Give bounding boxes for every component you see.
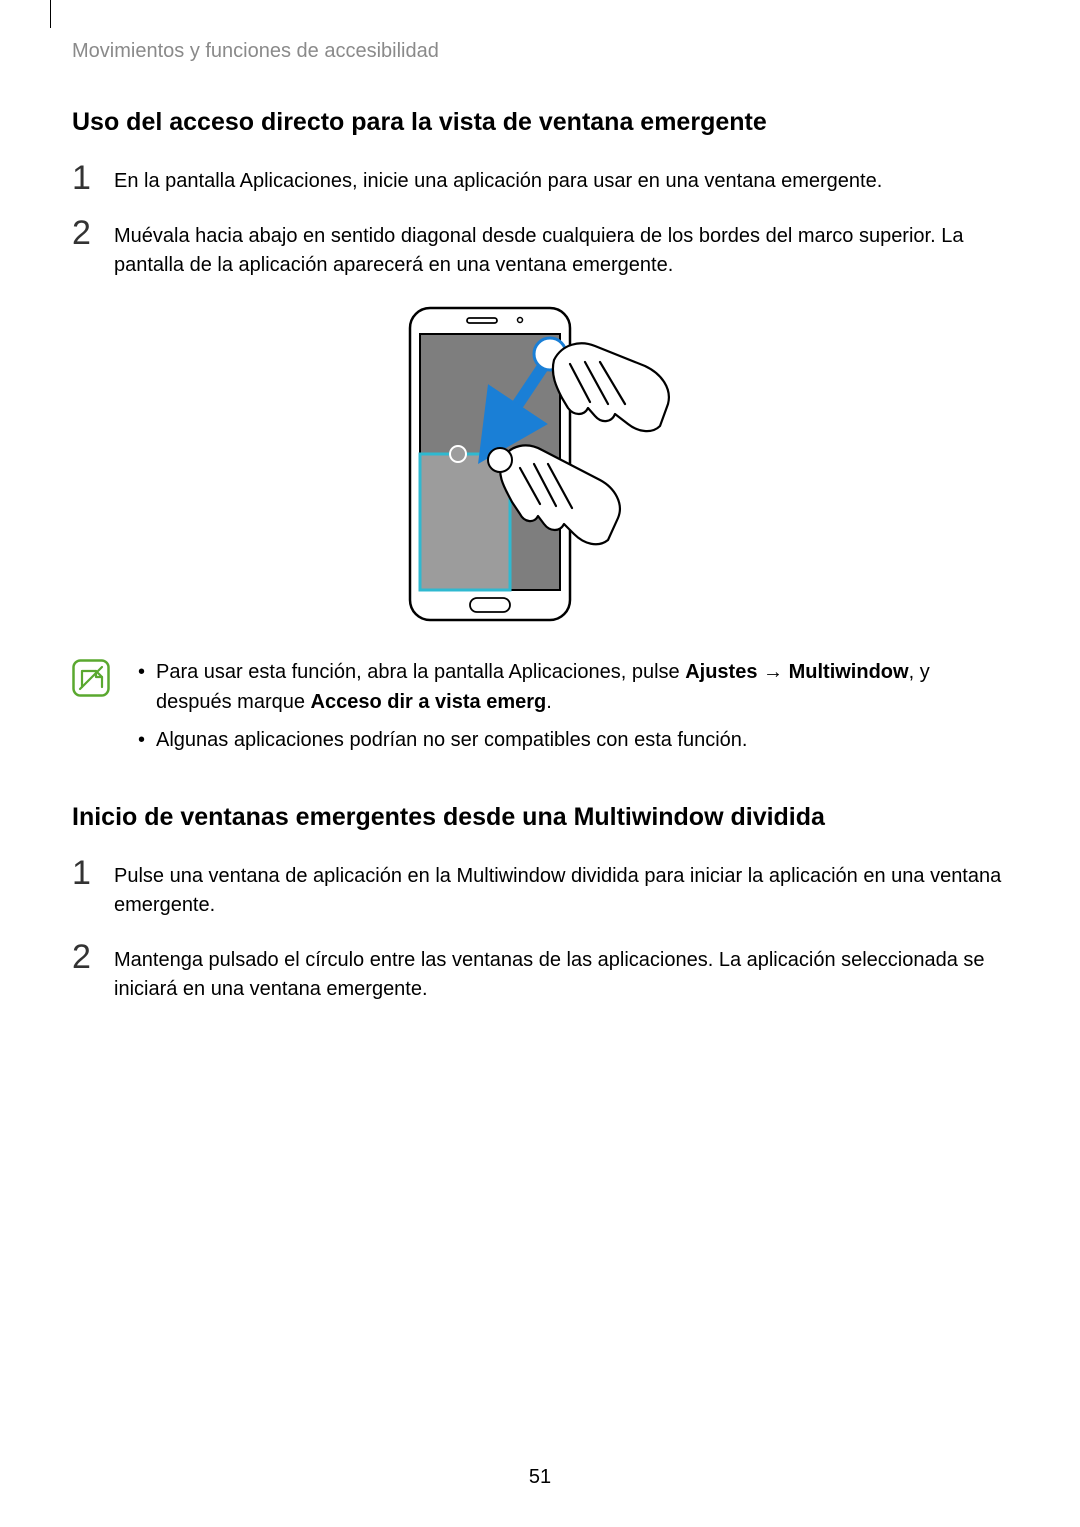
bold-acceso: Acceso dir a vista emerg	[311, 691, 547, 713]
note-item-1: Para usar esta función, abra la pantalla…	[138, 657, 1008, 717]
step-number: 2	[72, 940, 114, 974]
text-fragment: .	[546, 691, 552, 713]
page-number: 51	[0, 1466, 1080, 1489]
step-text: En la pantalla Aplicaciones, inicie una …	[114, 165, 1008, 196]
note-item-2-text: Algunas aplicaciones podrían no ser comp…	[156, 725, 1008, 755]
step-number: 1	[72, 856, 114, 890]
note-list: Para usar esta función, abra la pantalla…	[138, 657, 1008, 763]
note-item-2: Algunas aplicaciones podrían no ser comp…	[138, 725, 1008, 755]
step-text: Muévala hacia abajo en sentido diagonal …	[114, 220, 1008, 280]
phone-swipe-illustration	[72, 304, 1008, 629]
breadcrumb: Movimientos y funciones de accesibilidad	[72, 40, 1008, 63]
section1-heading: Uso del acceso directo para la vista de …	[72, 108, 1008, 137]
step-number: 2	[72, 216, 114, 250]
step-text: Mantenga pulsado el círculo entre las ve…	[114, 944, 1008, 1004]
phone-swipe-drawing-icon	[390, 304, 690, 624]
step-text: Pulse una ventana de aplicación en la Mu…	[114, 860, 1008, 920]
bold-multiwindow: Multiwindow	[789, 661, 909, 683]
note-block: Para usar esta función, abra la pantalla…	[72, 657, 1008, 763]
note-item-1-text: Para usar esta función, abra la pantalla…	[156, 657, 1008, 717]
bold-ajustes: Ajustes	[685, 661, 757, 683]
section2-step2: 2 Mantenga pulsado el círculo entre las …	[72, 944, 1008, 1004]
document-page: Movimientos y funciones de accesibilidad…	[0, 0, 1080, 1527]
note-icon	[72, 659, 110, 697]
section2-heading: Inicio de ventanas emergentes desde una …	[72, 803, 1008, 832]
step-number: 1	[72, 161, 114, 195]
bullet-icon	[138, 725, 156, 755]
section2-step1: 1 Pulse una ventana de aplicación en la …	[72, 860, 1008, 920]
section1-step1: 1 En la pantalla Aplicaciones, inicie un…	[72, 165, 1008, 196]
text-fragment: Para usar esta función, abra la pantalla…	[156, 661, 685, 683]
section1-step2: 2 Muévala hacia abajo en sentido diagona…	[72, 220, 1008, 280]
arrow-glyph: →	[757, 661, 788, 683]
bullet-icon	[138, 657, 156, 717]
